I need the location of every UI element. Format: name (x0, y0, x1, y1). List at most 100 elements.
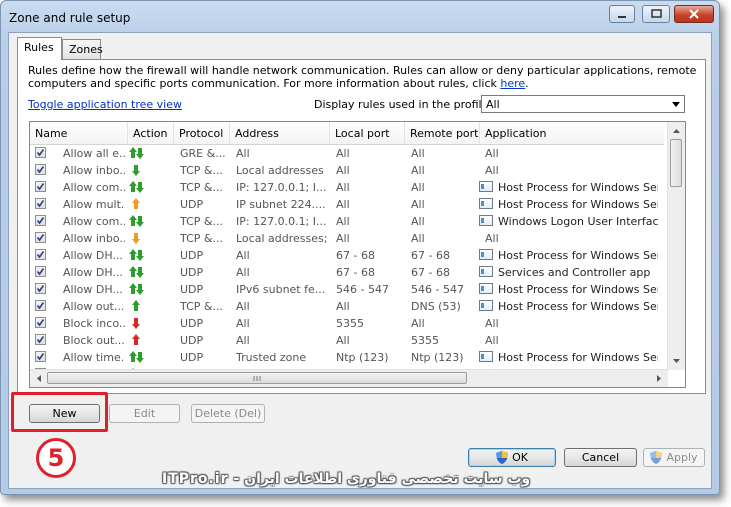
edit-rule-button[interactable]: Edit (109, 404, 180, 423)
rule-action-cell (128, 145, 174, 162)
rule-name-cell: Allow com... (63, 179, 125, 196)
rule-app-text: Host Process for Windows Service (498, 283, 658, 296)
checkmark-icon (36, 166, 45, 174)
rule-protocol-text: TCP &... (180, 232, 223, 245)
green-bidirectional-arrow-icon (128, 351, 146, 366)
rule-address-text: All (236, 266, 250, 279)
rule-local-cell: All (336, 162, 405, 179)
rule-enabled-checkbox[interactable] (35, 147, 46, 158)
rule-name-cell: Allow com... (63, 213, 125, 230)
column-header-application[interactable]: Application (480, 122, 664, 144)
rule-address-text: Trusted zone (236, 351, 307, 364)
column-header-action[interactable]: Action (128, 122, 174, 144)
table-row[interactable]: Allow mult... UDP IP subnet 224.... All All H… (30, 196, 664, 213)
minimize-button[interactable] (609, 5, 635, 23)
rule-enabled-checkbox[interactable] (35, 164, 46, 175)
toggle-tree-view-link[interactable]: Toggle application tree view (28, 98, 182, 111)
rule-enabled-checkbox[interactable] (35, 232, 46, 243)
rule-protocol-cell: UDP (180, 315, 230, 332)
column-header-protocol[interactable]: Protocol (174, 122, 230, 144)
rule-remote-text: All (411, 147, 425, 160)
table-row[interactable]: Allow inbo... TCP &... Local addresses All A… (30, 162, 664, 179)
tab-zones[interactable]: Zones (62, 39, 103, 59)
profile-select[interactable]: All (481, 95, 685, 113)
table-row[interactable]: Allow inbo... TCP &... Local addresses; All… (30, 230, 664, 247)
rule-enabled-checkbox[interactable] (35, 283, 46, 294)
rule-address-cell: Trusted zone (236, 349, 330, 366)
rule-local-text: 546 - 547 (336, 283, 389, 296)
table-row[interactable]: Allow all e... GRE &... All All All All (30, 145, 664, 162)
rule-name-text: Allow mult... (63, 198, 125, 211)
rule-address-text: All (236, 300, 250, 313)
table-row[interactable]: Block inco... UDP All 5355 All All (30, 315, 664, 332)
rule-action-cell (128, 264, 174, 281)
table-row[interactable]: Allow DH... UDP All 67 - 68 67 - 68 Services … (30, 264, 664, 281)
rule-address-cell: All (236, 298, 330, 315)
maximize-button[interactable] (642, 5, 670, 23)
checkmark-icon (36, 183, 45, 191)
table-row[interactable]: Block out... UDP All All 5355 All (30, 332, 664, 349)
table-row[interactable]: Allow out... TCP &... All All DNS (53) Host P… (30, 298, 664, 315)
rule-enabled-checkbox[interactable] (35, 266, 46, 277)
cancel-button[interactable]: Cancel (564, 448, 637, 467)
rule-remote-text: 67 - 68 (411, 249, 450, 262)
rule-enabled-checkbox[interactable] (35, 215, 46, 226)
checkmark-icon (36, 251, 45, 259)
column-header-name[interactable]: Name (30, 122, 128, 144)
table-row[interactable]: Allow com... TCP &... IP: 127.0.0.1; I... A… (30, 213, 664, 230)
scroll-up-icon (673, 129, 680, 133)
table-row[interactable]: Allow DH... UDP All 67 - 68 67 - 68 Host Proc… (30, 247, 664, 264)
green-bidirectional-arrow-icon (128, 283, 146, 298)
column-header-local-port[interactable]: Local port (330, 122, 405, 144)
rule-action-cell (128, 196, 174, 213)
rule-enabled-checkbox[interactable] (35, 317, 46, 328)
rule-enabled-checkbox[interactable] (35, 351, 46, 362)
rule-enabled-checkbox[interactable] (35, 181, 46, 192)
rule-local-text: All (336, 232, 350, 245)
close-button[interactable] (674, 5, 714, 23)
rule-local-cell: 67 - 68 (336, 247, 405, 264)
rule-enabled-checkbox[interactable] (35, 249, 46, 260)
more-info-link[interactable]: here (500, 77, 525, 90)
rule-remote-text: DNS (53) (411, 300, 461, 313)
application-window-icon (479, 266, 493, 277)
rule-enabled-checkbox[interactable] (35, 334, 46, 345)
rule-app-text: Host Process for Windows Service (498, 181, 658, 194)
rule-protocol-cell: TCP &... (180, 230, 230, 247)
rule-local-text: 67 - 68 (336, 249, 375, 262)
tab-rules[interactable]: Rules (17, 37, 62, 60)
horizontal-scrollbar[interactable] (30, 369, 668, 387)
rule-name-cell: Block inco... (63, 315, 125, 332)
rule-enabled-checkbox[interactable] (35, 300, 46, 311)
checkmark-icon (36, 336, 45, 344)
rule-remote-text: All (411, 164, 425, 177)
table-row[interactable]: Allow time... UDP Trusted zone Ntp (123) Ntp… (30, 349, 664, 366)
vertical-scrollbar[interactable] (667, 122, 685, 370)
table-row[interactable]: Allow com... TCP &... IP: 127.0.0.1; I... A… (30, 179, 664, 196)
apply-button-label: Apply (666, 451, 698, 464)
column-header-address[interactable]: Address (230, 122, 330, 144)
rule-remote-cell: 67 - 68 (411, 264, 480, 281)
checkmark-icon (36, 285, 45, 293)
rule-local-text: 67 - 68 (336, 266, 375, 279)
rule-enabled-checkbox[interactable] (35, 198, 46, 209)
rule-protocol-cell: TCP &... (180, 179, 230, 196)
rule-app-text: Host Process for Windows Service (498, 198, 658, 211)
delete-rule-button[interactable]: Delete (Del) (191, 404, 265, 423)
rule-address-text: Local addresses (236, 164, 324, 177)
vertical-scroll-thumb[interactable] (670, 139, 682, 187)
apply-button[interactable]: Apply (643, 448, 705, 467)
rule-name-cell: Allow DH... (63, 281, 125, 298)
rule-action-cell (128, 213, 174, 230)
rule-remote-text: Ntp (123) (411, 351, 464, 364)
rule-name-cell: Block out... (63, 332, 125, 349)
rules-description: Rules define how the firewall will handl… (28, 64, 698, 90)
rule-action-cell (128, 162, 174, 179)
ok-button[interactable]: OK (468, 448, 556, 467)
description-text: Rules define how the firewall will handl… (28, 64, 697, 90)
orange-down-arrow-icon (128, 233, 146, 247)
horizontal-scroll-thumb[interactable] (47, 372, 467, 384)
chevron-down-icon (672, 102, 680, 107)
table-row[interactable]: Allow DH... UDP IPv6 subnet fe... 546 - 547… (30, 281, 664, 298)
column-header-remote-port[interactable]: Remote port (405, 122, 480, 144)
